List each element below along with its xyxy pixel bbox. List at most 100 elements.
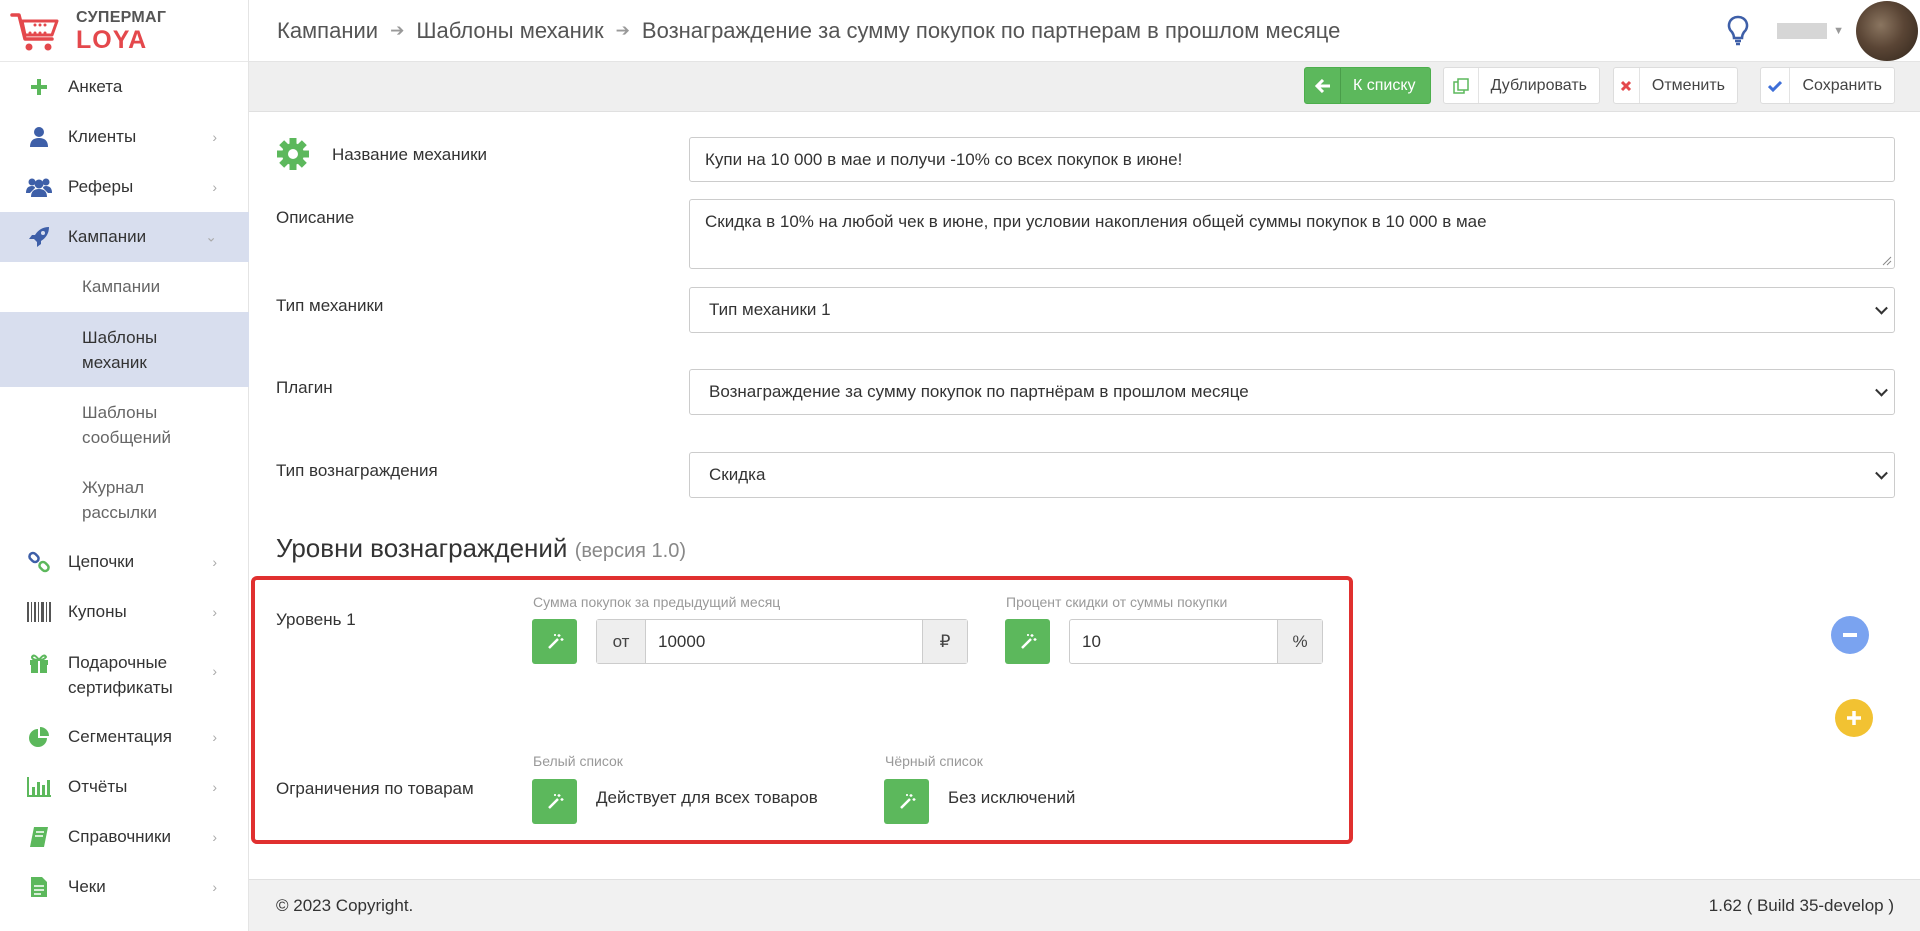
sidebar-item-reports[interactable]: Отчёты ›	[0, 762, 249, 812]
sum-wand-button[interactable]	[532, 619, 577, 664]
logo-top-text: СУПЕРМАГ	[76, 8, 167, 26]
name-row: Название механики Купи на 10 000 в мае и…	[276, 137, 1895, 182]
reward-type-label: Тип вознаграждения	[276, 461, 438, 480]
sidebar-item-anketa[interactable]: Анкета	[0, 62, 249, 112]
remove-level-button[interactable]	[1831, 616, 1869, 654]
mechanic-type-label: Тип механики	[276, 296, 384, 315]
chevron-right-icon: ›	[212, 829, 217, 845]
chevron-right-icon: ›	[212, 779, 217, 795]
chevron-down-icon: ⌄	[205, 228, 217, 245]
ruble-suffix: ₽	[922, 620, 967, 663]
gift-icon	[26, 650, 52, 676]
bar-chart-icon	[26, 774, 52, 800]
sidebar-item-receipts[interactable]: Чеки ›	[0, 862, 249, 912]
description-row: Описание Скидка в 10% на любой чек в июн…	[276, 199, 1895, 269]
copyright-text: © 2023 Copyright.	[276, 895, 414, 915]
sidebar-item-label: Клиенты	[68, 127, 137, 146]
sidebar-item-label: Реферы	[68, 177, 134, 196]
blacklist-wand-button[interactable]	[884, 779, 929, 824]
resize-handle-icon[interactable]	[1882, 256, 1892, 266]
pie-chart-icon	[26, 724, 52, 750]
sidebar-subitem-campaigns[interactable]: Кампании	[0, 262, 249, 312]
sidebar-subitem-mailing-log[interactable]: Журнал рассылки	[0, 462, 249, 537]
minus-icon	[1843, 633, 1857, 637]
magic-wand-icon	[547, 633, 563, 649]
cancel-button[interactable]: Отменить	[1613, 67, 1738, 104]
arrow-right-icon: ➔	[390, 20, 405, 40]
chevron-right-icon: ›	[212, 179, 217, 195]
sum-input[interactable]: 10000	[646, 620, 922, 663]
mechanic-type-value: Тип механики 1	[709, 300, 831, 319]
reward-levels-title-text: Уровни вознаграждений	[276, 533, 568, 563]
sidebar-item-gift-certificates[interactable]: Подарочные сертификаты ›	[0, 637, 249, 712]
sidebar-item-label: Справочники	[68, 827, 171, 846]
plus-icon	[26, 74, 52, 100]
sidebar-subitem-label: Журнал рассылки	[82, 477, 157, 522]
breadcrumb-mechanics-templates[interactable]: Шаблоны механик	[416, 18, 603, 44]
caret-down-icon[interactable]: ▼	[1833, 25, 1844, 37]
toolbar: К списку Дублировать Отменить Сохранить	[249, 62, 1920, 112]
sidebar-item-segmentation[interactable]: Сегментация ›	[0, 712, 249, 762]
name-label: Название механики	[332, 145, 488, 164]
reward-type-select[interactable]: Скидка	[689, 452, 1895, 498]
user-name-placeholder[interactable]	[1777, 23, 1828, 39]
product-restrictions-label: Ограничения по товарам	[276, 779, 474, 798]
breadcrumb-current: Вознаграждение за сумму покупок по партн…	[641, 17, 1341, 43]
percent-suffix: %	[1277, 620, 1322, 663]
percent-input[interactable]: 10	[1070, 620, 1277, 663]
sidebar: СУПЕРМАГ LOYA Анкета Клиенты › Реферы › …	[0, 0, 249, 931]
magic-wand-icon	[899, 793, 915, 809]
percent-label: Процент скидки от суммы покупки	[1006, 594, 1228, 610]
version-text: 1.62 ( Build 35-develop )	[1708, 895, 1894, 915]
sidebar-subitem-message-templates[interactable]: Шаблоны сообщений	[0, 387, 249, 462]
header: Кампании ➔ Шаблоны механик ➔ Вознагражде…	[249, 0, 1920, 62]
percent-wand-button[interactable]	[1005, 619, 1050, 664]
sidebar-item-clients[interactable]: Клиенты ›	[0, 112, 249, 162]
plugin-select[interactable]: Вознаграждение за сумму покупок по партн…	[689, 369, 1895, 415]
chevron-right-icon: ›	[212, 729, 217, 745]
arrow-right-icon: ➔	[615, 20, 630, 40]
back-to-list-button[interactable]: К списку	[1304, 67, 1431, 104]
whitelist-wand-button[interactable]	[532, 779, 577, 824]
sidebar-item-campaigns[interactable]: Кампании ⌄	[0, 212, 249, 262]
sidebar-item-directories[interactable]: Справочники ›	[0, 812, 249, 862]
plugin-label: Плагин	[276, 378, 333, 397]
mechanic-type-select[interactable]: Тип механики 1	[689, 287, 1895, 333]
sidebar-item-coupons[interactable]: Купоны ›	[0, 587, 249, 637]
sidebar-item-label: Купоны	[68, 602, 127, 621]
logo[interactable]: СУПЕРМАГ LOYA	[0, 0, 248, 62]
plugin-value: Вознаграждение за сумму покупок по партн…	[709, 382, 1249, 401]
sidebar-subitem-mechanics-templates[interactable]: Шаблоны механик	[0, 312, 249, 387]
whitelist-label: Белый список	[533, 753, 623, 769]
sidebar-subitem-label: Кампании	[82, 277, 161, 296]
save-label: Сохранить	[1802, 76, 1882, 94]
logo-bottom-text: LOYA	[76, 25, 148, 54]
sidebar-item-referrers[interactable]: Реферы ›	[0, 162, 249, 212]
add-level-button[interactable]	[1835, 699, 1873, 737]
description-label: Описание	[276, 208, 355, 227]
name-input[interactable]: Купи на 10 000 в мае и получи -10% со вс…	[689, 137, 1895, 182]
arrow-left-icon	[1305, 68, 1341, 103]
chevron-right-icon: ›	[212, 554, 217, 570]
blacklist-label: Чёрный список	[885, 753, 983, 769]
reward-type-value: Скидка	[709, 465, 766, 484]
percent-input-group: 10 %	[1069, 619, 1323, 664]
copy-icon	[1444, 68, 1479, 103]
save-button[interactable]: Сохранить	[1760, 67, 1895, 104]
breadcrumb-campaigns[interactable]: Кампании	[277, 18, 378, 44]
reward-level-block: Уровень 1 Сумма покупок за предыдущий ме…	[251, 576, 1353, 844]
lightbulb-icon[interactable]	[1727, 15, 1749, 47]
sidebar-item-label: Отчёты	[68, 777, 128, 796]
sidebar-item-label: Анкета	[68, 77, 123, 96]
sum-prefix: от	[597, 620, 646, 663]
link-icon	[26, 549, 52, 575]
chevron-right-icon: ›	[212, 604, 217, 620]
chevron-right-icon: ›	[212, 129, 217, 145]
sum-input-group: от 10000 ₽	[596, 619, 968, 664]
sidebar-item-chains[interactable]: Цепочки ›	[0, 537, 249, 587]
description-textarea[interactable]: Скидка в 10% на любой чек в июне, при ус…	[689, 199, 1895, 269]
check-icon	[1761, 68, 1791, 103]
duplicate-button[interactable]: Дублировать	[1443, 67, 1600, 104]
magic-wand-icon	[1020, 633, 1036, 649]
avatar[interactable]	[1856, 1, 1918, 61]
